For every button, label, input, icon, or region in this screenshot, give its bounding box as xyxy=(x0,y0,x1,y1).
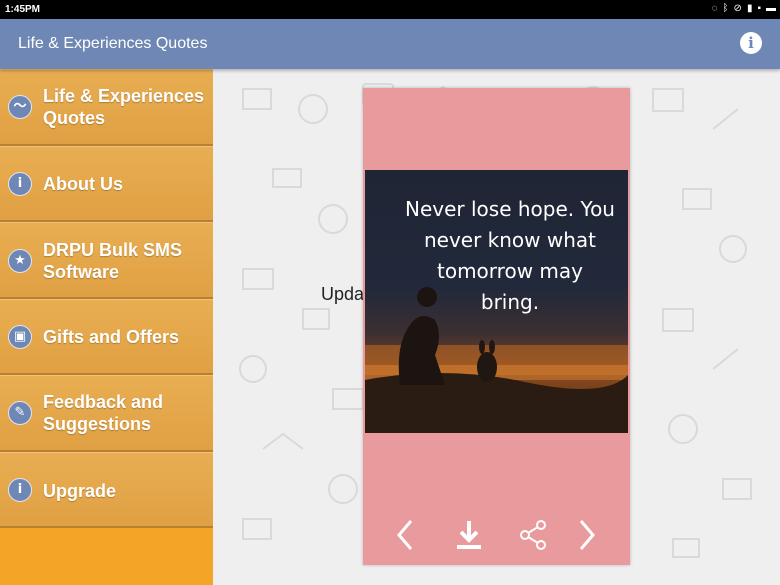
drawer-item-gifts-offers[interactable]: ▣ Gifts and Offers xyxy=(0,299,213,375)
share-icon[interactable] xyxy=(515,517,551,553)
status-icons: ◌ ᛒ ⊘ ▮ ▪ ▬ xyxy=(712,2,776,16)
info-icon[interactable]: i xyxy=(740,32,762,54)
status-bar: 1:45PM ◌ ᛒ ⊘ ▮ ▪ ▬ xyxy=(0,0,780,19)
app-bar: Life & Experiences Quotes i xyxy=(0,19,780,69)
drawer-item-label: Gifts and Offers xyxy=(43,327,180,347)
navigation-drawer: 〜 Life & Experiences Quotes i About Us ★… xyxy=(0,69,213,585)
battery-icon: ▬ xyxy=(766,3,776,14)
drawer-item-label: Life & Experiences Quotes xyxy=(43,86,205,128)
drawer-item-life-quotes[interactable]: 〜 Life & Experiences Quotes xyxy=(0,69,213,146)
download-icon[interactable] xyxy=(451,517,487,553)
drawer-item-drpu-bulk-sms[interactable]: ★ DRPU Bulk SMS Software xyxy=(0,222,213,299)
feedback-icon: ✎ xyxy=(8,401,32,425)
pulse-icon: 〜 xyxy=(8,95,32,119)
app-title: Life & Experiences Quotes xyxy=(18,35,208,52)
quote-card: Never lose hope. You never know what tom… xyxy=(363,88,630,565)
info-icon: i xyxy=(8,172,32,196)
signal-icon: ▮ xyxy=(746,3,753,14)
sync-icon: ◌ xyxy=(711,3,718,14)
previous-icon[interactable] xyxy=(387,517,423,553)
wifi-off-icon: ⊘ xyxy=(733,3,742,14)
drawer-item-feedback[interactable]: ✎ Feedback and Suggestions xyxy=(0,375,213,452)
quote-image: Never lose hope. You never know what tom… xyxy=(365,170,628,433)
drawer-item-label: About Us xyxy=(43,174,123,194)
card-toolbar xyxy=(363,505,630,565)
lock-icon: ▪ xyxy=(757,3,761,14)
star-icon: ★ xyxy=(8,249,32,273)
status-time: 1:45PM xyxy=(5,4,41,15)
drawer-item-upgrade[interactable]: i Upgrade xyxy=(0,452,213,528)
drawer-item-label: Feedback and Suggestions xyxy=(43,392,164,434)
drawer-item-about-us[interactable]: i About Us xyxy=(0,146,213,222)
gift-icon: ▣ xyxy=(8,325,32,349)
background-update-text: Upda xyxy=(321,284,365,304)
info-icon: i xyxy=(8,478,32,502)
drawer-item-label: Upgrade xyxy=(43,481,117,501)
bluetooth-icon: ᛒ xyxy=(722,3,729,14)
next-icon[interactable] xyxy=(569,517,605,553)
drawer-item-label: DRPU Bulk SMS Software xyxy=(43,240,183,282)
quote-text: Never lose hope. You never know what tom… xyxy=(405,197,615,314)
